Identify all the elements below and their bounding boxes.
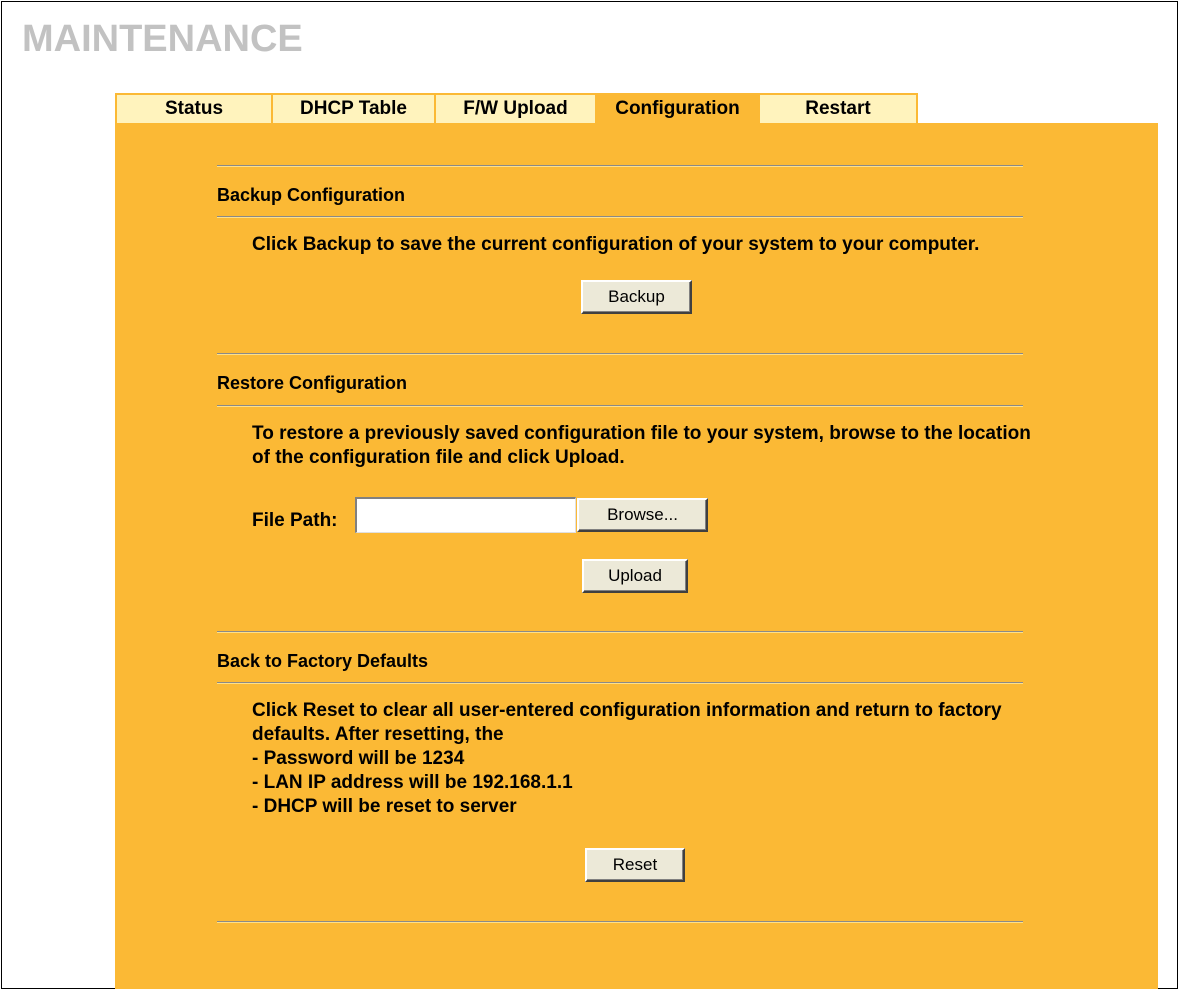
divider (217, 405, 1023, 407)
restore-description: To restore a previously saved configurat… (252, 423, 1031, 468)
factory-item-password: - Password will be 1234 (252, 748, 465, 769)
tab-dhcp-table[interactable]: DHCP Table (271, 93, 436, 123)
upload-button[interactable]: Upload (582, 559, 688, 593)
restore-section-title: Restore Configuration (217, 373, 408, 393)
browse-button[interactable]: Browse... (577, 498, 708, 532)
tab-status[interactable]: Status (115, 93, 273, 123)
configuration-panel: Backup Configuration Click Backup to sav… (115, 123, 1158, 989)
divider (217, 353, 1023, 355)
factory-item-lan-ip: - LAN IP address will be 192.168.1.1 (252, 772, 573, 793)
factory-item-dhcp: - DHCP will be reset to server (252, 796, 517, 817)
tab-restart[interactable]: Restart (758, 93, 918, 123)
divider (217, 921, 1023, 923)
factory-description: Click Reset to clear all user-entered co… (252, 700, 1002, 745)
file-path-input[interactable] (355, 497, 576, 533)
tab-bar: Status DHCP Table F/W Upload Configurati… (115, 93, 918, 123)
tab-configuration[interactable]: Configuration (595, 93, 760, 123)
backup-section-title: Backup Configuration (217, 185, 405, 205)
divider (217, 216, 1023, 218)
backup-button[interactable]: Backup (581, 280, 692, 314)
divider (217, 631, 1023, 633)
page-title: MAINTENANCE (22, 18, 303, 60)
backup-description: Click Backup to save the current configu… (252, 234, 980, 255)
divider (217, 682, 1023, 684)
divider (217, 165, 1023, 167)
reset-button[interactable]: Reset (585, 848, 685, 882)
file-path-label: File Path: (252, 510, 338, 531)
tab-fw-upload[interactable]: F/W Upload (434, 93, 597, 123)
factory-section-title: Back to Factory Defaults (217, 651, 429, 671)
